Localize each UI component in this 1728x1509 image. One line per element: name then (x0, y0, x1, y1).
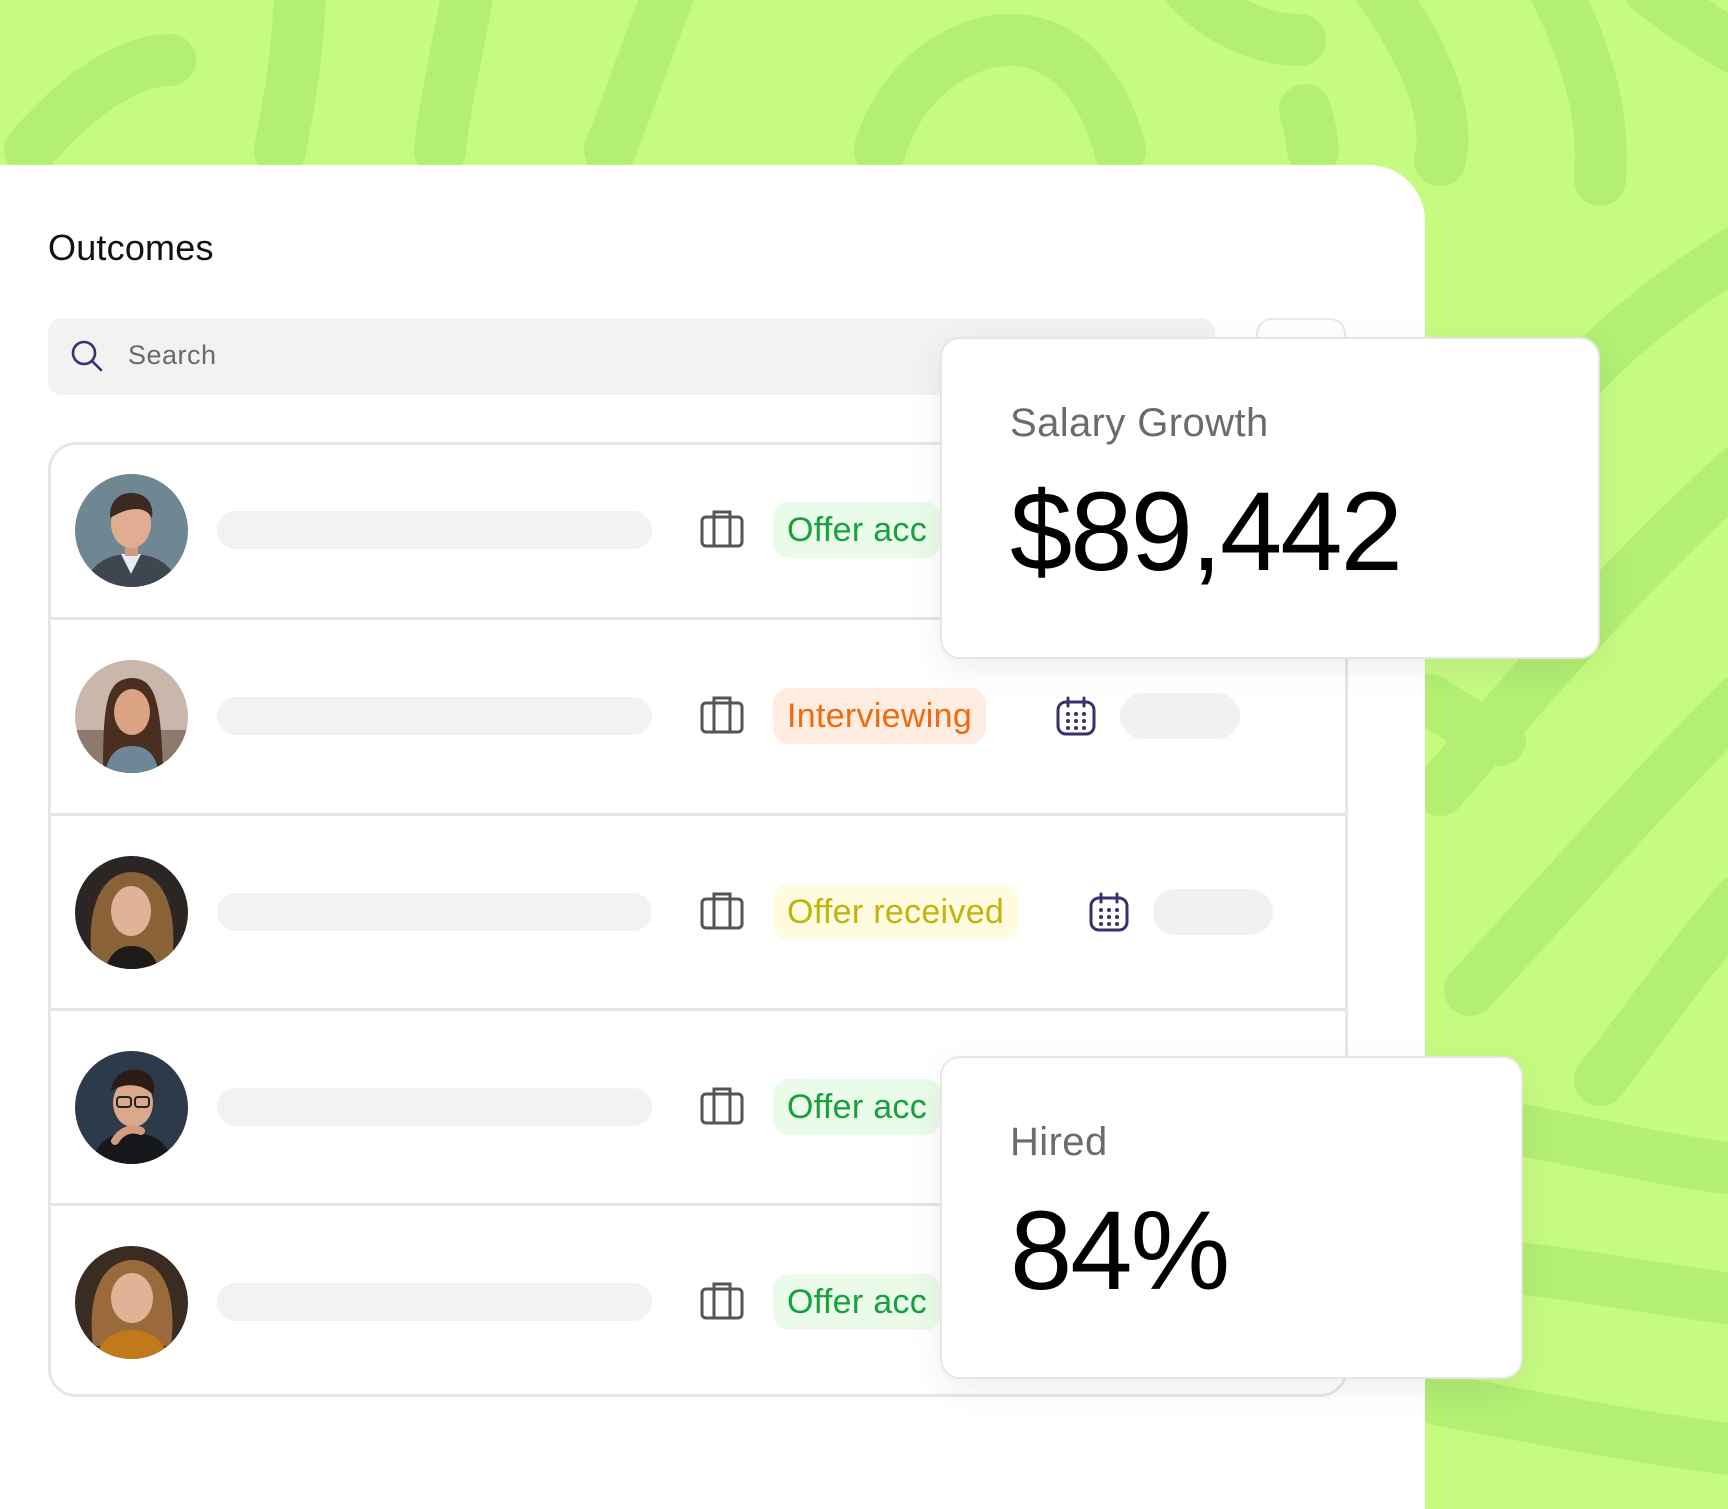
table-row[interactable]: Offer received (51, 816, 1345, 1011)
name-placeholder (217, 1088, 652, 1126)
calendar-icon[interactable] (1055, 695, 1097, 742)
status-badge: Offer acc (773, 1274, 942, 1330)
briefcase-icon (700, 694, 744, 739)
avatar (75, 474, 188, 587)
avatar (75, 1051, 188, 1164)
hired-value: 84% (1010, 1188, 1230, 1313)
status-badge: Offer acc (773, 1079, 942, 1135)
search-icon (71, 340, 103, 372)
calendar-icon[interactable] (1088, 891, 1130, 938)
briefcase-icon (700, 1280, 744, 1325)
search-placeholder: Search (128, 340, 217, 370)
status-badge: Offer acc (773, 502, 942, 558)
salary-growth-label: Salary Growth (1010, 401, 1269, 445)
avatar (75, 856, 188, 969)
date-placeholder (1120, 693, 1240, 739)
avatar (75, 1246, 188, 1359)
status-badge: Interviewing (773, 688, 987, 744)
hired-label: Hired (1010, 1120, 1108, 1164)
briefcase-icon (700, 1085, 744, 1130)
briefcase-icon (700, 508, 744, 553)
salary-growth-value: $89,442 (1010, 469, 1403, 594)
hired-card: Hired 84% (940, 1056, 1523, 1379)
status-badge: Offer received (773, 884, 1019, 940)
name-placeholder (217, 697, 652, 735)
avatar (75, 660, 188, 773)
name-placeholder (217, 511, 652, 549)
name-placeholder (217, 893, 652, 931)
name-placeholder (217, 1283, 652, 1321)
salary-growth-card: Salary Growth $89,442 (940, 337, 1600, 659)
page-title: Outcomes (48, 227, 214, 268)
date-placeholder (1153, 889, 1273, 935)
briefcase-icon (700, 890, 744, 935)
